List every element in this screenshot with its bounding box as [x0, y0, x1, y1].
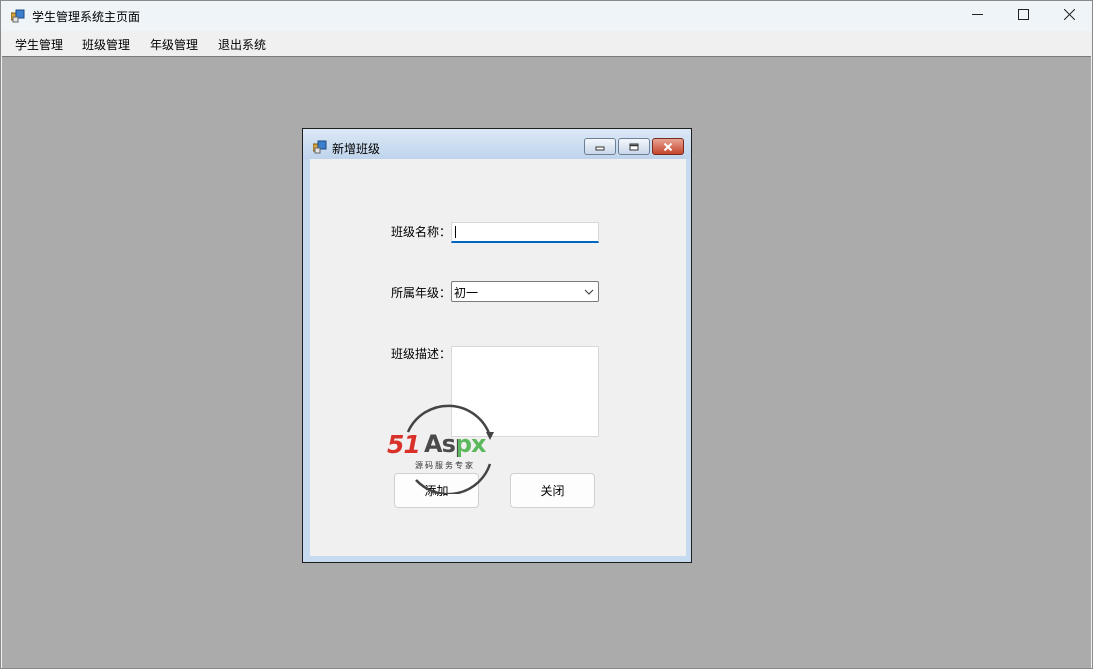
window-title: 学生管理系统主页面: [32, 10, 141, 24]
add-class-dialog: 新增班级 班级名称： 所属年级： 初一 班级描述： 添加 关闭: [302, 128, 692, 563]
dialog-close-button[interactable]: [652, 138, 684, 155]
dialog-minimize-button[interactable]: [584, 138, 616, 155]
close-icon: [663, 140, 673, 154]
watermark-brand-51: 51: [387, 430, 421, 459]
maximize-button[interactable]: [1000, 1, 1046, 31]
menu-bar: 学生管理 班级管理 年级管理 退出系统: [1, 31, 1092, 56]
menu-student-management[interactable]: 学生管理: [13, 36, 65, 53]
close-dialog-button[interactable]: 关闭: [510, 473, 595, 508]
text-caret: [455, 226, 456, 238]
close-button[interactable]: [1046, 1, 1092, 31]
minimize-icon: [595, 140, 605, 154]
dialog-title-bar[interactable]: 新增班级: [303, 129, 691, 159]
title-bar[interactable]: 学生管理系统主页面: [1, 1, 1092, 31]
dialog-client-area: 班级名称： 所属年级： 初一 班级描述： 添加 关闭: [310, 159, 686, 556]
minimize-icon: [971, 9, 983, 23]
restore-icon: [629, 140, 639, 154]
watermark-brand-aspx-text: Aspx: [424, 430, 487, 458]
app-icon: [10, 9, 25, 23]
dialog-restore-button[interactable]: [618, 138, 650, 155]
watermark-logo: 51 Aspx 源码服务专家: [386, 402, 514, 494]
grade-label: 所属年级：: [391, 286, 452, 300]
description-label: 班级描述：: [391, 347, 452, 361]
maximize-icon: [1017, 9, 1029, 23]
menu-class-management[interactable]: 班级管理: [80, 36, 132, 53]
grade-select[interactable]: 初一: [451, 281, 599, 302]
menu-exit-system[interactable]: 退出系统: [216, 36, 268, 53]
grade-selected-value: 初一: [454, 286, 479, 300]
watermark-brand-aspx: Aspx: [424, 430, 487, 458]
menu-grade-management[interactable]: 年级管理: [148, 36, 200, 53]
app-icon: [312, 140, 327, 154]
close-icon: [1063, 8, 1075, 23]
class-name-input[interactable]: [451, 222, 599, 243]
watermark-tagline: 源码服务专家: [415, 461, 475, 470]
class-name-label: 班级名称：: [391, 225, 452, 239]
chevron-down-icon: [584, 286, 594, 300]
dialog-title: 新增班级: [332, 142, 381, 156]
minimize-button[interactable]: [954, 1, 1000, 31]
